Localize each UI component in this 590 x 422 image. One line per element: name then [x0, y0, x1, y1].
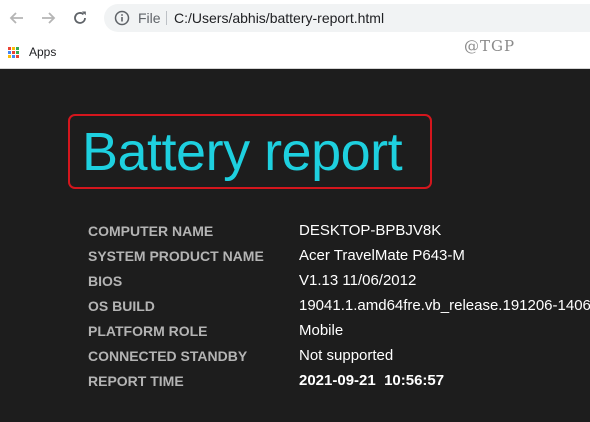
info-key: PLATFORM ROLE: [88, 323, 208, 339]
info-value: Not supported: [299, 347, 394, 364]
apps-grid-dot: [16, 54, 19, 58]
info-value: Acer TravelMate P643-M: [299, 247, 465, 264]
apps-grid-dot: [12, 54, 15, 58]
info-value: 19041.1.amd64fre.vb_release.191206-1406: [299, 297, 590, 314]
info-key: REPORT TIME: [88, 373, 184, 389]
reload-icon: [74, 11, 86, 24]
apps-grid-dot: [12, 50, 15, 54]
info-key: OS BUILD: [88, 298, 155, 314]
info-value: 2021-09-21 10:56:57: [299, 372, 445, 389]
omnibox-divider: [166, 11, 167, 25]
info-key: SYSTEM PRODUCT NAME: [88, 248, 264, 264]
bookmark-label: Apps: [29, 45, 57, 59]
apps-grid-dot: [8, 54, 11, 58]
watermark: @TGP: [464, 37, 516, 55]
info-key: CONNECTED STANDBY: [88, 348, 248, 364]
info-key: BIOS: [88, 273, 123, 289]
info-key: COMPUTER NAME: [88, 223, 214, 239]
apps-grid-dot: [8, 46, 11, 50]
apps-grid-dot: [8, 50, 11, 54]
info-icon[interactable]: [114, 10, 130, 26]
apps-grid-dot: [16, 46, 19, 50]
back-button[interactable]: [6, 7, 28, 29]
browser-toolbar: File C:/Users/abhis/battery-report.html: [0, 0, 590, 36]
info-value: DESKTOP-BPBJV8K: [299, 222, 442, 239]
apps-grid-dot: [16, 50, 19, 54]
url-scheme-label: File: [138, 10, 161, 26]
report-page: Battery report COMPUTER NAME DESKTOP-BPB…: [0, 69, 590, 422]
page-title: Battery report: [82, 122, 403, 182]
bookmark-apps[interactable]: Apps: [8, 42, 56, 62]
info-value: Mobile: [299, 322, 344, 339]
forward-arrow-icon: [42, 12, 56, 24]
apps-grid-icon: [8, 46, 19, 58]
reload-button[interactable]: [69, 7, 91, 29]
address-bar[interactable]: File C:/Users/abhis/battery-report.html: [104, 4, 590, 32]
apps-grid-dot: [12, 46, 15, 50]
forward-button[interactable]: [37, 7, 59, 29]
back-arrow-icon: [9, 12, 23, 24]
info-value: V1.13 11/06/2012: [299, 272, 417, 289]
url-text[interactable]: C:/Users/abhis/battery-report.html: [174, 10, 384, 26]
